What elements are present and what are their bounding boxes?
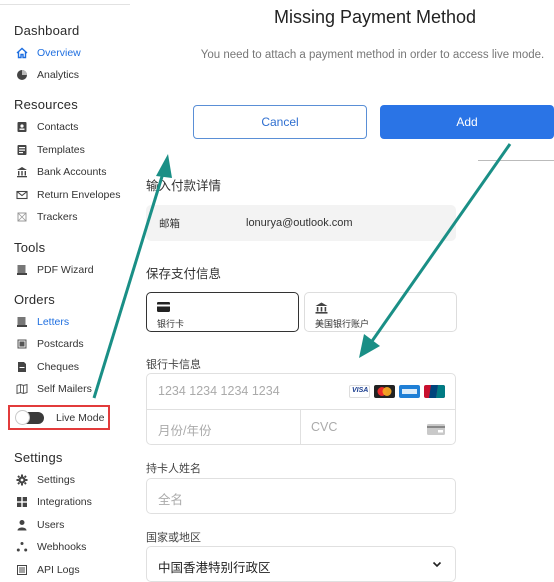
card-number-input[interactable]: 1234 1234 1234 1234 VISA [147, 374, 455, 410]
sidebar-item-return-envelopes[interactable]: Return Envelopes [16, 186, 120, 204]
sidebar: Dashboard Overview Analytics Resources C… [0, 0, 130, 581]
fullname-placeholder: 全名 [158, 493, 184, 507]
fullname-input[interactable]: 全名 [146, 478, 456, 514]
sidebar-item-cheques[interactable]: Cheques [16, 358, 79, 376]
live-mode-toggle[interactable] [15, 409, 44, 425]
user-icon [16, 519, 28, 531]
unionpay-icon [424, 385, 445, 398]
sidebar-item-templates[interactable]: Templates [16, 141, 85, 159]
live-mode-highlight: Live Mode [8, 405, 110, 430]
country-select[interactable]: 中国香港特别行政区 [146, 546, 456, 582]
postcard-icon [16, 338, 28, 350]
sidebar-item-settings[interactable]: Settings [16, 471, 75, 489]
sidebar-top-divider [0, 4, 130, 5]
cheque-icon [16, 361, 28, 373]
template-icon [16, 144, 28, 156]
visa-icon: VISA [349, 385, 370, 398]
contact-card-icon [16, 121, 28, 133]
modal-title: Missing Payment Method [273, 7, 477, 27]
expiry-input[interactable]: 月份/年份 [147, 410, 300, 445]
sidebar-item-postcards[interactable]: Postcards [16, 335, 84, 353]
cardholder-label: 持卡人姓名 [146, 463, 201, 475]
card-info-label: 银行卡信息 [146, 359, 201, 371]
sidebar-item-webhooks[interactable]: Webhooks [16, 538, 86, 556]
card-info-group: 1234 1234 1234 1234 VISA 月份/年份 CVC [146, 373, 456, 445]
toggle-knob [15, 409, 30, 425]
tracker-icon [16, 211, 28, 223]
expiry-placeholder: 月份/年份 [158, 424, 212, 438]
email-value: lonurya@outlook.com [246, 217, 353, 229]
card-icon [157, 302, 170, 314]
sidebar-item-self-mailers[interactable]: Self Mailers [16, 380, 92, 398]
home-icon [16, 47, 28, 59]
integrations-icon [16, 496, 28, 508]
envelope-icon [16, 189, 28, 201]
sidebar-item-analytics[interactable]: Analytics [16, 66, 79, 84]
section-title-tools: Tools [14, 240, 46, 255]
email-field[interactable]: 邮箱 lonurya@outlook.com [146, 205, 456, 241]
sidebar-item-pdf-wizard[interactable]: PDF Wizard [16, 261, 94, 279]
sidebar-item-trackers[interactable]: Trackers [16, 208, 77, 226]
gear-icon [16, 474, 28, 486]
amex-icon [399, 385, 420, 398]
sidebar-item-integrations[interactable]: Integrations [16, 493, 92, 511]
section-title-orders: Orders [14, 292, 55, 307]
country-value: 中国香港特别行政区 [158, 561, 271, 575]
cancel-button[interactable]: Cancel [193, 105, 367, 139]
enter-payment-details-heading: 输入付款详情 [146, 179, 222, 193]
bank-icon [315, 302, 328, 316]
tab-bank-label: 美国银行账户 [315, 319, 370, 329]
live-mode-label: Live Mode [56, 411, 105, 424]
add-button[interactable]: Add [380, 105, 554, 139]
section-divider [478, 160, 554, 161]
pdf-wizard-icon [16, 264, 28, 276]
section-title-dashboard: Dashboard [14, 23, 80, 38]
sidebar-item-overview[interactable]: Overview [16, 44, 81, 62]
tab-card-label: 银行卡 [157, 319, 185, 329]
card-number-placeholder: 1234 1234 1234 1234 [158, 384, 280, 398]
letter-icon [16, 316, 28, 328]
sidebar-item-contacts[interactable]: Contacts [16, 118, 78, 136]
section-title-resources: Resources [14, 97, 78, 112]
pie-chart-icon [16, 69, 28, 81]
tab-card[interactable]: 银行卡 [146, 292, 299, 332]
tab-us-bank-account[interactable]: 美国银行账户 [304, 292, 457, 332]
chevron-down-icon [431, 557, 443, 575]
sidebar-item-users[interactable]: Users [16, 516, 64, 534]
save-payment-heading: 保存支付信息 [146, 267, 222, 281]
section-title-settings: Settings [14, 450, 63, 465]
sidebar-item-api-logs[interactable]: API Logs [16, 561, 80, 579]
cvc-card-icon [427, 422, 445, 440]
mastercard-icon [374, 385, 395, 398]
cvc-placeholder: CVC [311, 420, 338, 434]
country-label: 国家或地区 [146, 532, 201, 544]
api-logs-icon [16, 564, 28, 576]
cvc-input[interactable]: CVC [301, 410, 455, 445]
modal-description: You need to attach a payment method in o… [200, 49, 545, 61]
webhook-icon [16, 541, 28, 553]
sidebar-item-letters[interactable]: Letters [16, 313, 69, 331]
bank-icon [16, 166, 28, 178]
email-label: 邮箱 [159, 217, 180, 230]
card-brands: VISA [349, 385, 445, 398]
self-mailer-icon [16, 383, 28, 395]
sidebar-item-bank-accounts[interactable]: Bank Accounts [16, 163, 106, 181]
